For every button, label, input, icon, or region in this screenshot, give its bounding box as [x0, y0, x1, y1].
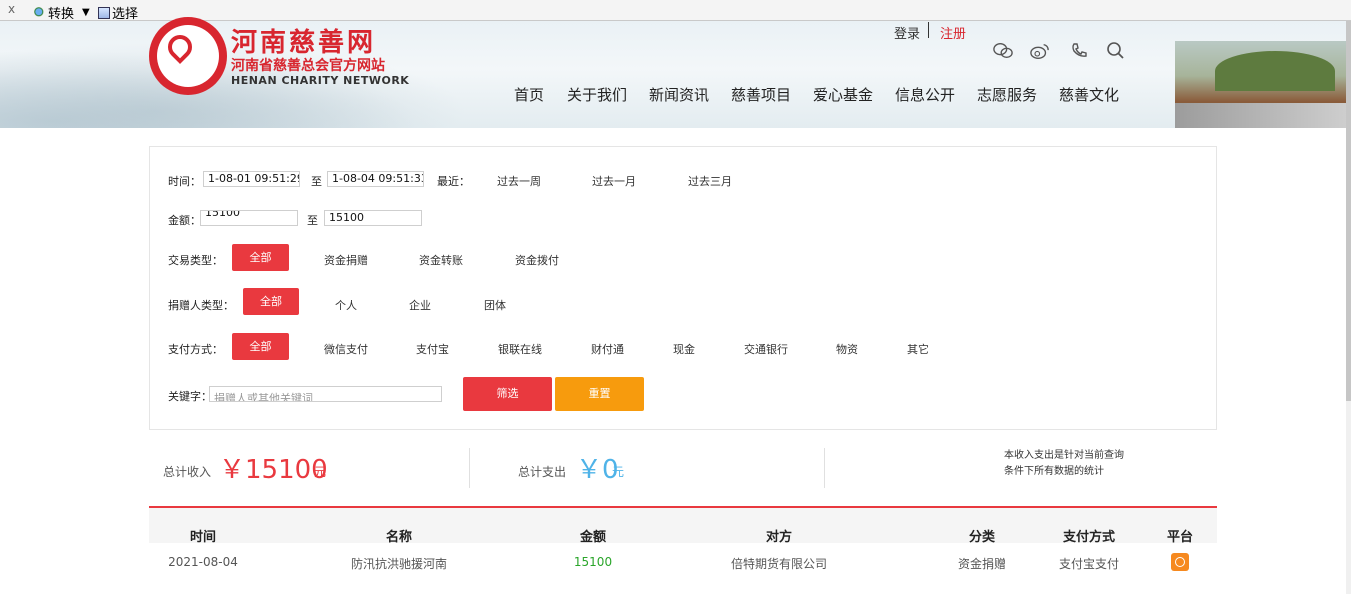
convert-button[interactable]: 转换 ▼	[34, 3, 94, 22]
pay-method-all[interactable]: 全部	[232, 333, 289, 360]
totals-note-line1: 本收入支出是针对当前查询	[1004, 450, 1124, 461]
alipay-icon	[1171, 553, 1189, 571]
col-pay-method: 支付方式	[1062, 530, 1116, 545]
income-value: ￥15100	[219, 455, 328, 485]
reset-button[interactable]: 重置	[555, 377, 644, 411]
time-from-input[interactable]: 1-08-01 09:51:29	[203, 171, 300, 187]
pay-method-label: 支付方式：	[168, 343, 223, 356]
pay-method-other[interactable]: 其它	[907, 341, 929, 357]
donor-type-individual[interactable]: 个人	[335, 297, 357, 313]
pay-method-cash[interactable]: 现金	[673, 341, 695, 357]
wechat-icon[interactable]	[993, 41, 1013, 61]
phone-icon[interactable]	[1069, 41, 1089, 61]
txn-type-label: 交易类型：	[168, 254, 223, 267]
totals-note: 本收入支出是针对当前查询 条件下所有数据的统计	[1004, 448, 1124, 480]
logo-english: HENAN CHARITY NETWORK	[231, 74, 410, 87]
pay-method-bocom[interactable]: 交通银行	[744, 341, 788, 357]
txn-type-transfer[interactable]: 资金转账	[419, 252, 463, 268]
col-time: 时间	[189, 530, 217, 545]
time-to-input[interactable]: 1-08-04 09:51:33	[327, 171, 424, 187]
logo-title[interactable]: 河南慈善网	[231, 22, 376, 59]
amount-to-label: 至	[307, 214, 318, 227]
time-label: 时间：	[168, 175, 201, 188]
cell-time: 2021-08-04	[168, 555, 238, 569]
landscape-image	[1175, 41, 1351, 128]
recent-three-months[interactable]: 过去三月	[688, 173, 732, 189]
logo-subtitle: 河南省慈善总会官方网站	[231, 58, 385, 74]
recent-month[interactable]: 过去一月	[592, 173, 636, 189]
time-to-label: 至	[311, 175, 322, 188]
weibo-icon[interactable]	[1030, 41, 1050, 61]
filter-button[interactable]: 筛选	[463, 377, 552, 411]
cell-amount: 15100	[573, 555, 613, 569]
search-icon[interactable]	[1106, 41, 1126, 61]
txn-type-all[interactable]: 全部	[232, 244, 289, 271]
expense-unit: 元	[612, 465, 625, 479]
divider	[824, 448, 825, 488]
select-button[interactable]: 选择	[98, 3, 138, 22]
recent-label: 最近：	[437, 175, 470, 188]
table-header	[149, 506, 1217, 543]
pay-method-goods[interactable]: 物资	[836, 341, 858, 357]
browser-toolbar: x 转换 ▼ 选择	[0, 0, 1351, 22]
convert-icon	[34, 6, 46, 19]
cell-pay-method: 支付宝支付	[1058, 557, 1120, 571]
select-icon	[98, 6, 110, 19]
divider	[469, 448, 470, 488]
nav-funds[interactable]: 爱心基金	[813, 84, 873, 105]
nav-volunteer[interactable]: 志愿服务	[977, 84, 1037, 105]
donor-type-company[interactable]: 企业	[409, 297, 431, 313]
col-counterparty: 对方	[765, 530, 793, 545]
col-platform: 平台	[1166, 530, 1194, 545]
donor-type-group[interactable]: 团体	[484, 297, 506, 313]
nav-disclosure[interactable]: 信息公开	[895, 84, 955, 105]
income-unit: 元	[314, 465, 327, 479]
nav-news[interactable]: 新闻资讯	[649, 84, 709, 105]
txn-type-allocation[interactable]: 资金拨付	[515, 252, 559, 268]
expense-label: 总计支出	[518, 465, 567, 479]
cell-counterparty: 倍特期货有限公司	[730, 557, 828, 571]
pay-method-tenpay[interactable]: 财付通	[591, 341, 624, 357]
cell-name[interactable]: 防汛抗洪驰援河南	[351, 555, 447, 572]
pay-method-unionpay[interactable]: 银联在线	[498, 341, 542, 357]
convert-label: 转换	[48, 7, 75, 22]
amount-label: 金额：	[168, 214, 201, 227]
nav-home[interactable]: 首页	[514, 84, 544, 105]
totals-note-line2: 条件下所有数据的统计	[1004, 466, 1104, 477]
donor-type-all[interactable]: 全部	[243, 288, 299, 315]
donor-type-label: 捐赠人类型：	[168, 299, 234, 312]
cell-category: 资金捐赠	[957, 557, 1007, 571]
chevron-down-icon[interactable]: ▼	[82, 7, 90, 18]
divider	[928, 22, 929, 38]
col-amount: 金额	[579, 530, 607, 545]
keyword-input[interactable]: 捐赠人或其他关键词	[209, 386, 442, 402]
select-label: 选择	[112, 7, 139, 22]
login-link[interactable]: 登录	[894, 23, 920, 42]
amount-from-input[interactable]: 15100	[200, 210, 298, 226]
amount-to-input[interactable]: 15100	[324, 210, 422, 226]
nav-about[interactable]: 关于我们	[567, 84, 627, 105]
scrollbar-thumb[interactable]	[1346, 21, 1351, 401]
logo-seal-icon[interactable]	[149, 17, 227, 95]
income-label: 总计收入	[163, 465, 212, 479]
pay-method-wechat[interactable]: 微信支付	[324, 341, 368, 357]
col-category: 分类	[968, 530, 996, 545]
keyword-label: 关键字：	[168, 390, 212, 403]
close-icon[interactable]: x	[8, 2, 15, 16]
nav-projects[interactable]: 慈善项目	[731, 84, 791, 105]
nav-culture[interactable]: 慈善文化	[1059, 84, 1119, 105]
recent-week[interactable]: 过去一周	[497, 173, 541, 189]
txn-type-donation[interactable]: 资金捐赠	[324, 252, 368, 268]
col-name: 名称	[385, 530, 413, 545]
pay-method-alipay[interactable]: 支付宝	[416, 341, 449, 357]
register-link[interactable]: 注册	[940, 23, 966, 42]
